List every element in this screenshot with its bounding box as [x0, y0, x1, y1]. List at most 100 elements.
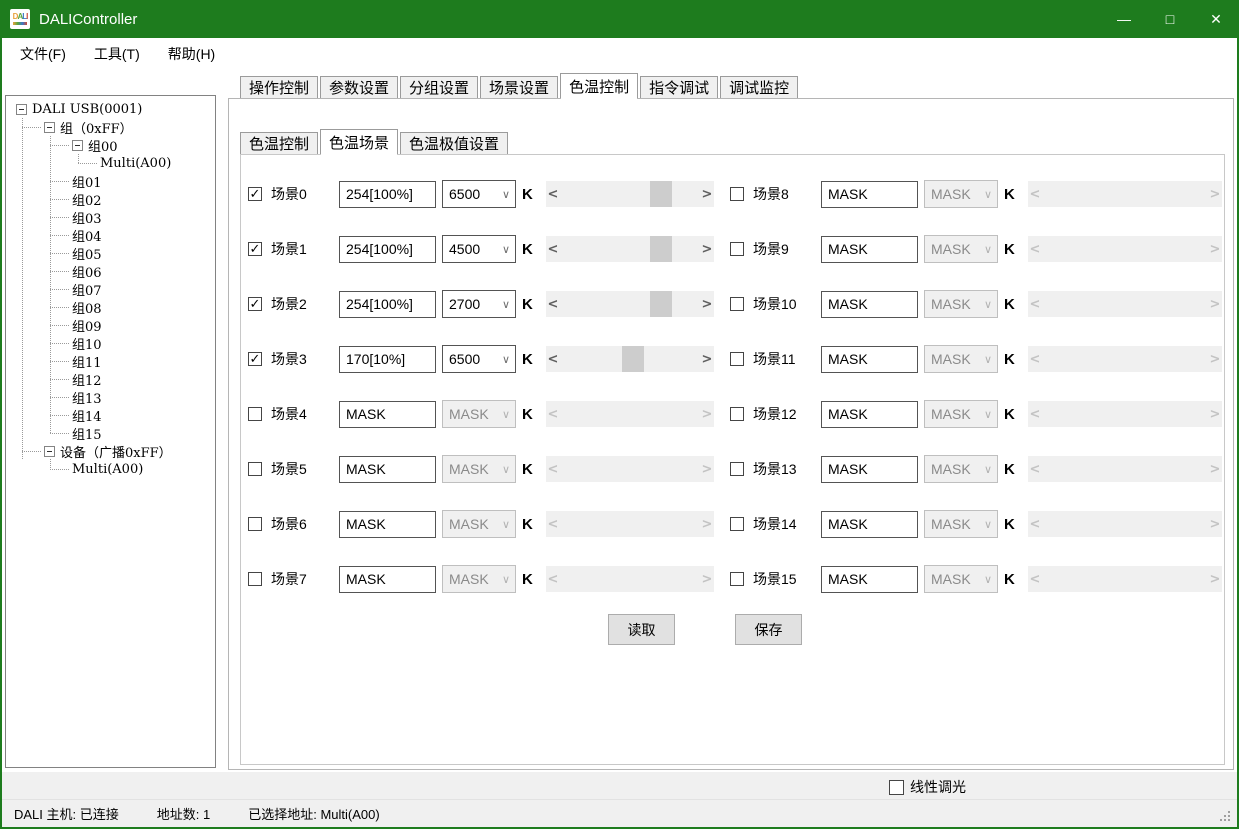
scroll-right-icon[interactable]: >	[700, 511, 714, 537]
minimize-button[interactable]: —	[1101, 0, 1147, 38]
collapse-icon[interactable]	[16, 104, 27, 115]
scene-cct-scrollbar[interactable]: < >	[546, 181, 714, 207]
scene-cct-scrollbar[interactable]: < >	[546, 291, 714, 317]
tree-item[interactable]: 组10	[72, 334, 102, 352]
scroll-left-icon[interactable]: <	[546, 456, 560, 482]
scene-level-input[interactable]	[339, 346, 436, 373]
scene-cct-scrollbar[interactable]: < >	[546, 236, 714, 262]
scroll-right-icon[interactable]: >	[700, 181, 714, 207]
tree-item[interactable]: 组05	[72, 244, 102, 262]
scene-level-input[interactable]	[339, 511, 436, 538]
save-button[interactable]: 保存	[735, 614, 802, 645]
scroll-right-icon[interactable]: >	[1208, 401, 1222, 427]
scroll-right-icon[interactable]: >	[1208, 181, 1222, 207]
scene-checkbox[interactable]	[248, 517, 262, 531]
scroll-right-icon[interactable]: >	[1208, 456, 1222, 482]
scroll-right-icon[interactable]: >	[1208, 236, 1222, 262]
scene-level-input[interactable]	[821, 401, 918, 428]
resize-grip-icon[interactable]	[1220, 811, 1230, 821]
scene-level-input[interactable]	[821, 456, 918, 483]
maximize-button[interactable]: □	[1147, 0, 1193, 38]
scene-checkbox[interactable]	[730, 572, 744, 586]
menu-item-0[interactable]: 文件(F)	[10, 40, 76, 68]
scene-level-input[interactable]	[339, 181, 436, 208]
scene-cct-dropdown[interactable]: 6500 ∨	[442, 180, 516, 208]
scroll-left-icon[interactable]: <	[1028, 236, 1042, 262]
scroll-left-icon[interactable]: <	[1028, 291, 1042, 317]
scene-cct-dropdown[interactable]: 4500 ∨	[442, 235, 516, 263]
scene-level-input[interactable]	[821, 566, 918, 593]
tab-grouping-settings[interactable]: 分组设置	[400, 76, 478, 98]
scroll-left-icon[interactable]: <	[1028, 456, 1042, 482]
scroll-thumb[interactable]	[622, 346, 644, 372]
scene-level-input[interactable]	[339, 236, 436, 263]
tree-item[interactable]: 组04	[72, 226, 102, 244]
read-button[interactable]: 读取	[608, 614, 675, 645]
subtab-cct-limit-settings[interactable]: 色温极值设置	[400, 132, 508, 154]
tree-item[interactable]: 组01	[72, 172, 102, 190]
scroll-left-icon[interactable]: <	[546, 236, 560, 262]
linear-dimming-checkbox[interactable]	[889, 780, 904, 795]
scroll-right-icon[interactable]: >	[700, 566, 714, 592]
scene-cct-dropdown[interactable]: 6500 ∨	[442, 345, 516, 373]
tree-item[interactable]: Multi(A00)	[72, 460, 143, 478]
scroll-left-icon[interactable]: <	[546, 181, 560, 207]
scene-checkbox[interactable]	[248, 407, 262, 421]
scene-level-input[interactable]	[821, 236, 918, 263]
scene-checkbox[interactable]	[730, 517, 744, 531]
tree-item[interactable]: 组07	[72, 280, 102, 298]
close-button[interactable]: ✕	[1193, 0, 1239, 38]
scene-checkbox[interactable]	[248, 352, 262, 366]
scene-level-input[interactable]	[821, 181, 918, 208]
menu-item-1[interactable]: 工具(T)	[84, 40, 150, 68]
scroll-left-icon[interactable]: <	[546, 511, 560, 537]
scroll-left-icon[interactable]: <	[546, 401, 560, 427]
scroll-thumb[interactable]	[650, 291, 672, 317]
scroll-right-icon[interactable]: >	[700, 401, 714, 427]
scene-level-input[interactable]	[339, 456, 436, 483]
scene-checkbox[interactable]	[730, 297, 744, 311]
tree-item[interactable]: 设备（广播0xFF）	[44, 442, 172, 460]
tree-item[interactable]: 组11	[72, 352, 102, 370]
scene-checkbox[interactable]	[730, 352, 744, 366]
scene-checkbox[interactable]	[730, 407, 744, 421]
subtab-cct-scene[interactable]: 色温场景	[320, 129, 398, 154]
collapse-icon[interactable]	[72, 140, 83, 151]
scroll-right-icon[interactable]: >	[1208, 346, 1222, 372]
scene-checkbox[interactable]	[248, 242, 262, 256]
tree-item[interactable]: 组13	[72, 388, 102, 406]
tab-cct-control[interactable]: 色温控制	[560, 73, 638, 98]
scroll-right-icon[interactable]: >	[700, 456, 714, 482]
scene-level-input[interactable]	[821, 511, 918, 538]
tree-item[interactable]: 组12	[72, 370, 102, 388]
collapse-icon[interactable]	[44, 446, 55, 457]
scroll-left-icon[interactable]: <	[1028, 181, 1042, 207]
tree-item[interactable]: 组06	[72, 262, 102, 280]
scene-checkbox[interactable]	[730, 242, 744, 256]
scene-cct-dropdown[interactable]: 2700 ∨	[442, 290, 516, 318]
scene-level-input[interactable]	[339, 291, 436, 318]
scene-checkbox[interactable]	[730, 187, 744, 201]
tab-debug-monitor[interactable]: 调试监控	[720, 76, 798, 98]
scroll-left-icon[interactable]: <	[546, 291, 560, 317]
scene-checkbox[interactable]	[248, 297, 262, 311]
scroll-thumb[interactable]	[650, 236, 672, 262]
menu-item-2[interactable]: 帮助(H)	[158, 40, 225, 68]
tab-command-debug[interactable]: 指令调试	[640, 76, 718, 98]
tree-item[interactable]: 组09	[72, 316, 102, 334]
tree-item[interactable]: 组08	[72, 298, 102, 316]
tree-item[interactable]: 组00	[72, 136, 118, 154]
tab-parameter-settings[interactable]: 参数设置	[320, 76, 398, 98]
scene-checkbox[interactable]	[248, 572, 262, 586]
scroll-left-icon[interactable]: <	[546, 346, 560, 372]
scene-checkbox[interactable]	[248, 462, 262, 476]
scroll-right-icon[interactable]: >	[1208, 511, 1222, 537]
subtab-cct-control[interactable]: 色温控制	[240, 132, 318, 154]
collapse-icon[interactable]	[44, 122, 55, 133]
tab-scene-settings[interactable]: 场景设置	[480, 76, 558, 98]
scene-checkbox[interactable]	[730, 462, 744, 476]
tree-item[interactable]: 组14	[72, 406, 102, 424]
scroll-right-icon[interactable]: >	[700, 236, 714, 262]
scroll-left-icon[interactable]: <	[1028, 401, 1042, 427]
scene-level-input[interactable]	[821, 291, 918, 318]
